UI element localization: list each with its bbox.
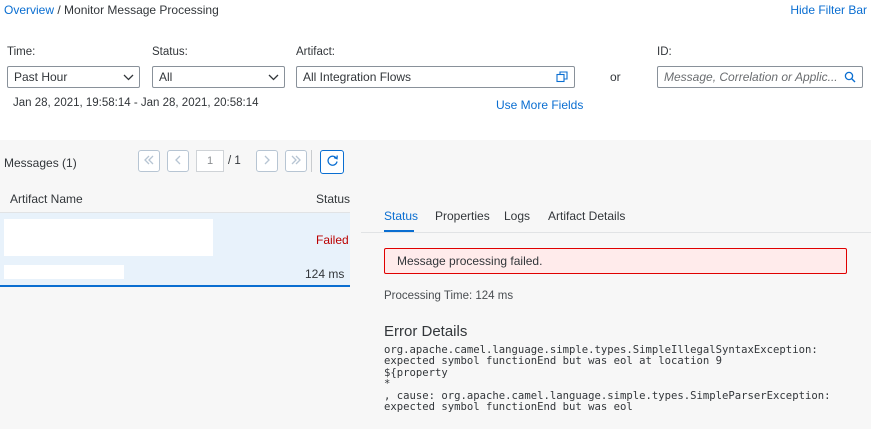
page-total: / 1 [228,155,241,167]
chevron-down-icon [262,67,284,87]
column-artifact-name: Artifact Name [10,192,83,206]
time-select-value: Past Hour [14,70,68,84]
tab-properties[interactable]: Properties [435,209,490,223]
hide-filter-bar-link[interactable]: Hide Filter Bar [790,3,867,17]
status-select-value: All [159,70,173,84]
tab-status[interactable]: Status [384,209,418,223]
last-page-button[interactable] [285,150,307,172]
page-number-input[interactable]: 1 [196,150,224,172]
id-search-input[interactable]: Message, Correlation or Applic... [657,66,863,88]
id-search-placeholder: Message, Correlation or Applic... [664,70,838,84]
first-page-button[interactable] [138,150,160,172]
error-details-text: org.apache.camel.language.simple.types.S… [384,344,831,414]
refresh-button[interactable] [320,150,344,174]
error-message-strip: Message processing failed. [384,248,847,274]
status-label: Status: [152,46,188,58]
id-label: ID: [657,46,672,58]
breadcrumb: Overview / Monitor Message Processing [4,3,219,17]
artifact-label: Artifact: [296,46,335,58]
toolbar-divider [311,150,312,172]
date-range-text: Jan 28, 2021, 19:58:14 - Jan 28, 2021, 2… [13,97,259,109]
tab-bar-divider [361,232,871,233]
artifact-input[interactable]: All Integration Flows [296,66,575,88]
tab-artifact-details[interactable]: Artifact Details [548,209,625,223]
or-text: or [610,70,621,84]
breadcrumb-separator: / [57,3,61,17]
previous-page-icon [174,154,182,168]
redacted-artifact-detail [4,265,124,279]
next-page-button[interactable] [256,150,278,172]
breadcrumb-current: Monitor Message Processing [64,3,219,17]
refresh-icon [326,154,339,170]
error-details-title: Error Details [384,323,468,340]
row-status: Failed [316,233,349,247]
row-duration: 124 ms [305,267,345,281]
artifact-input-value: All Integration Flows [303,70,412,84]
last-page-icon [290,154,302,168]
value-help-icon[interactable] [550,67,574,87]
time-select[interactable]: Past Hour [7,66,140,88]
next-page-icon [263,154,271,168]
redacted-artifact-name [4,219,213,256]
use-more-fields-link[interactable]: Use More Fields [496,98,583,112]
breadcrumb-overview-link[interactable]: Overview [4,3,54,17]
column-status: Status [316,192,351,206]
messages-count-title: Messages (1) [4,156,77,170]
chevron-down-icon [117,67,139,87]
search-icon[interactable] [838,67,862,87]
previous-page-button[interactable] [167,150,189,172]
processing-time: Processing Time: 124 ms [384,290,514,302]
status-select[interactable]: All [152,66,285,88]
time-label: Time: [7,46,36,58]
error-strip-text: Message processing failed. [397,254,543,268]
first-page-icon [143,154,155,168]
tab-logs[interactable]: Logs [504,209,530,223]
active-tab-indicator [384,230,414,232]
